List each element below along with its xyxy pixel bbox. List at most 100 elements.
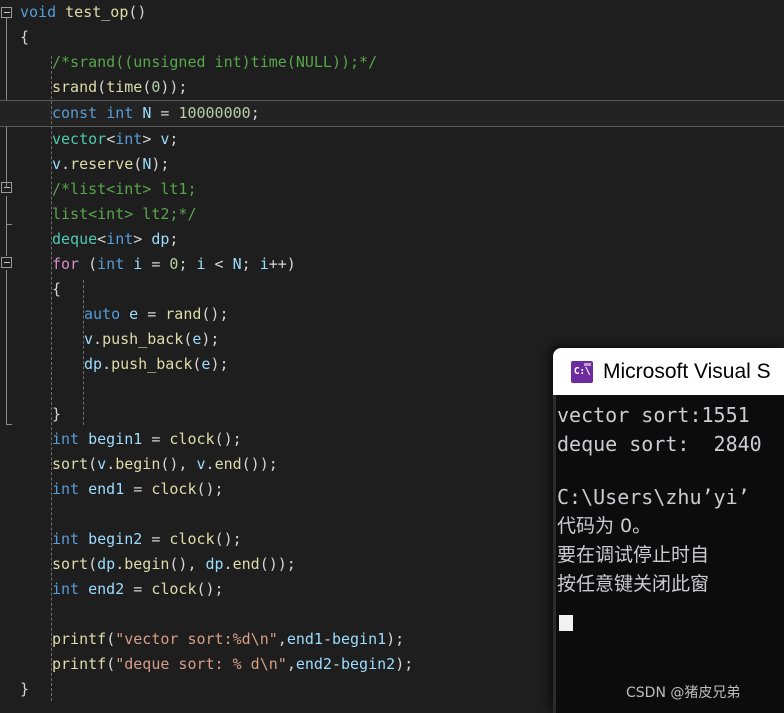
code-token: 10000000 xyxy=(178,104,251,122)
code-line-content: /*list<int> lt1; xyxy=(20,180,197,198)
code-token: = xyxy=(124,580,152,598)
code-line[interactable]: vector<int> v; xyxy=(0,127,784,152)
code-token: dp xyxy=(205,555,224,573)
console-output-line: deque sort: 2840 xyxy=(557,432,762,456)
code-token: printf xyxy=(52,655,107,673)
code-token: ; xyxy=(241,255,260,273)
code-token: dp xyxy=(84,355,103,373)
code-token: const xyxy=(52,104,107,122)
code-line-content: } xyxy=(20,405,61,423)
code-token: ( xyxy=(88,555,98,573)
code-token: < xyxy=(97,230,107,248)
code-line[interactable]: list<int> lt2;*/ xyxy=(0,202,784,227)
code-line[interactable]: v.reserve(N); xyxy=(0,152,784,177)
code-line[interactable]: /*list<int> lt1; xyxy=(0,177,784,202)
console-output-line: 代码为 0。 xyxy=(557,515,652,537)
code-token: auto xyxy=(84,305,130,323)
code-line[interactable]: srand(time(0)); xyxy=(0,75,784,100)
code-token: { xyxy=(20,28,30,46)
code-token: int xyxy=(52,480,89,498)
code-token: begin xyxy=(124,555,170,573)
console-output-area[interactable]: vector sort:1551 deque sort: 2840 C:\Users… xyxy=(553,395,784,713)
code-token: (); xyxy=(196,480,224,498)
code-line[interactable]: { xyxy=(0,25,784,50)
code-token: ; xyxy=(178,255,197,273)
indent-guide xyxy=(83,280,84,425)
code-line-content: deque<int> dp; xyxy=(20,230,178,248)
code-token: { xyxy=(52,280,62,298)
code-token: N xyxy=(232,255,242,273)
console-window-title: Microsoft Visual S xyxy=(603,359,771,383)
code-line[interactable]: /*srand((unsigned int)time(NULL));*/ xyxy=(0,50,784,75)
code-token: v xyxy=(196,455,206,473)
code-line-content: { xyxy=(20,280,61,298)
code-token: i xyxy=(133,255,143,273)
code-line-content: for (int i = 0; i < N; i++) xyxy=(20,255,296,273)
code-line-content: srand(time(0)); xyxy=(20,78,187,96)
code-token: ( xyxy=(142,78,152,96)
code-token: ; xyxy=(169,130,179,148)
code-token: vector xyxy=(52,130,107,148)
code-token: int xyxy=(52,580,89,598)
code-token: = xyxy=(142,530,170,548)
code-line-content: v.push_back(e); xyxy=(20,330,219,348)
console-window[interactable]: C:\ Microsoft Visual S vector sort:1551 d… xyxy=(553,348,784,713)
code-token: )); xyxy=(160,78,188,96)
code-token: i xyxy=(196,255,206,273)
code-line[interactable]: auto e = rand(); xyxy=(0,302,784,327)
code-token: srand xyxy=(52,78,98,96)
code-token: < xyxy=(205,255,233,273)
code-line[interactable]: { xyxy=(0,277,784,302)
code-token: N xyxy=(142,155,152,173)
code-token: push_back xyxy=(102,330,184,348)
code-token: begin xyxy=(115,455,161,473)
code-line-content: sort(v.begin(), v.end()); xyxy=(20,455,278,473)
code-line[interactable]: void test_op() xyxy=(0,0,784,25)
code-token: dp xyxy=(97,555,116,573)
code-token: ()); xyxy=(259,555,296,573)
code-line[interactable]: const int N = 10000000; xyxy=(0,100,784,127)
code-line[interactable]: for (int i = 0; i < N; i++) xyxy=(0,252,784,277)
code-line-content: sort(dp.begin(), dp.end()); xyxy=(20,555,296,573)
code-token: list<int> lt2;*/ xyxy=(52,205,197,223)
console-title-bar[interactable]: C:\ Microsoft Visual S xyxy=(553,348,784,395)
code-token: , xyxy=(286,655,296,673)
code-token: clock xyxy=(169,530,215,548)
code-token: end xyxy=(232,555,260,573)
code-token: void xyxy=(20,3,66,21)
code-token: time xyxy=(106,78,143,96)
code-token: "vector sort:%d\n" xyxy=(115,630,278,648)
code-token: . xyxy=(223,555,233,573)
code-token: . xyxy=(93,330,103,348)
code-token: int xyxy=(52,530,89,548)
code-token: begin2 xyxy=(88,530,143,548)
code-line[interactable]: deque<int> dp; xyxy=(0,227,784,252)
code-token: reserve xyxy=(70,155,134,173)
code-token: begin1 xyxy=(88,430,143,448)
code-token: ); xyxy=(386,630,405,648)
code-token: int xyxy=(52,430,89,448)
code-token: ( xyxy=(133,155,143,173)
code-token: v xyxy=(84,330,94,348)
code-token: ( xyxy=(106,655,116,673)
csdn-watermark: CSDN @猪皮兄弟 xyxy=(626,685,741,701)
code-token: sort xyxy=(52,455,89,473)
code-token: , xyxy=(277,630,287,648)
code-token: int xyxy=(97,255,134,273)
code-token: i xyxy=(259,255,269,273)
code-token: ( xyxy=(106,630,116,648)
code-token: ()); xyxy=(241,455,278,473)
console-output-line: vector sort:1551 xyxy=(557,403,750,427)
code-token: (); xyxy=(201,305,229,323)
code-line-content: int begin2 = clock(); xyxy=(20,530,242,548)
code-line-content: list<int> lt2;*/ xyxy=(20,205,197,223)
code-token: ; xyxy=(250,104,260,122)
code-token: ); xyxy=(210,355,229,373)
code-token: clock xyxy=(151,480,197,498)
code-token: clock xyxy=(169,430,215,448)
code-token: } xyxy=(20,680,30,698)
code-token: end1 xyxy=(88,480,125,498)
code-line-content xyxy=(20,380,84,398)
console-scroll-edge xyxy=(553,395,556,713)
code-token: = xyxy=(142,430,170,448)
